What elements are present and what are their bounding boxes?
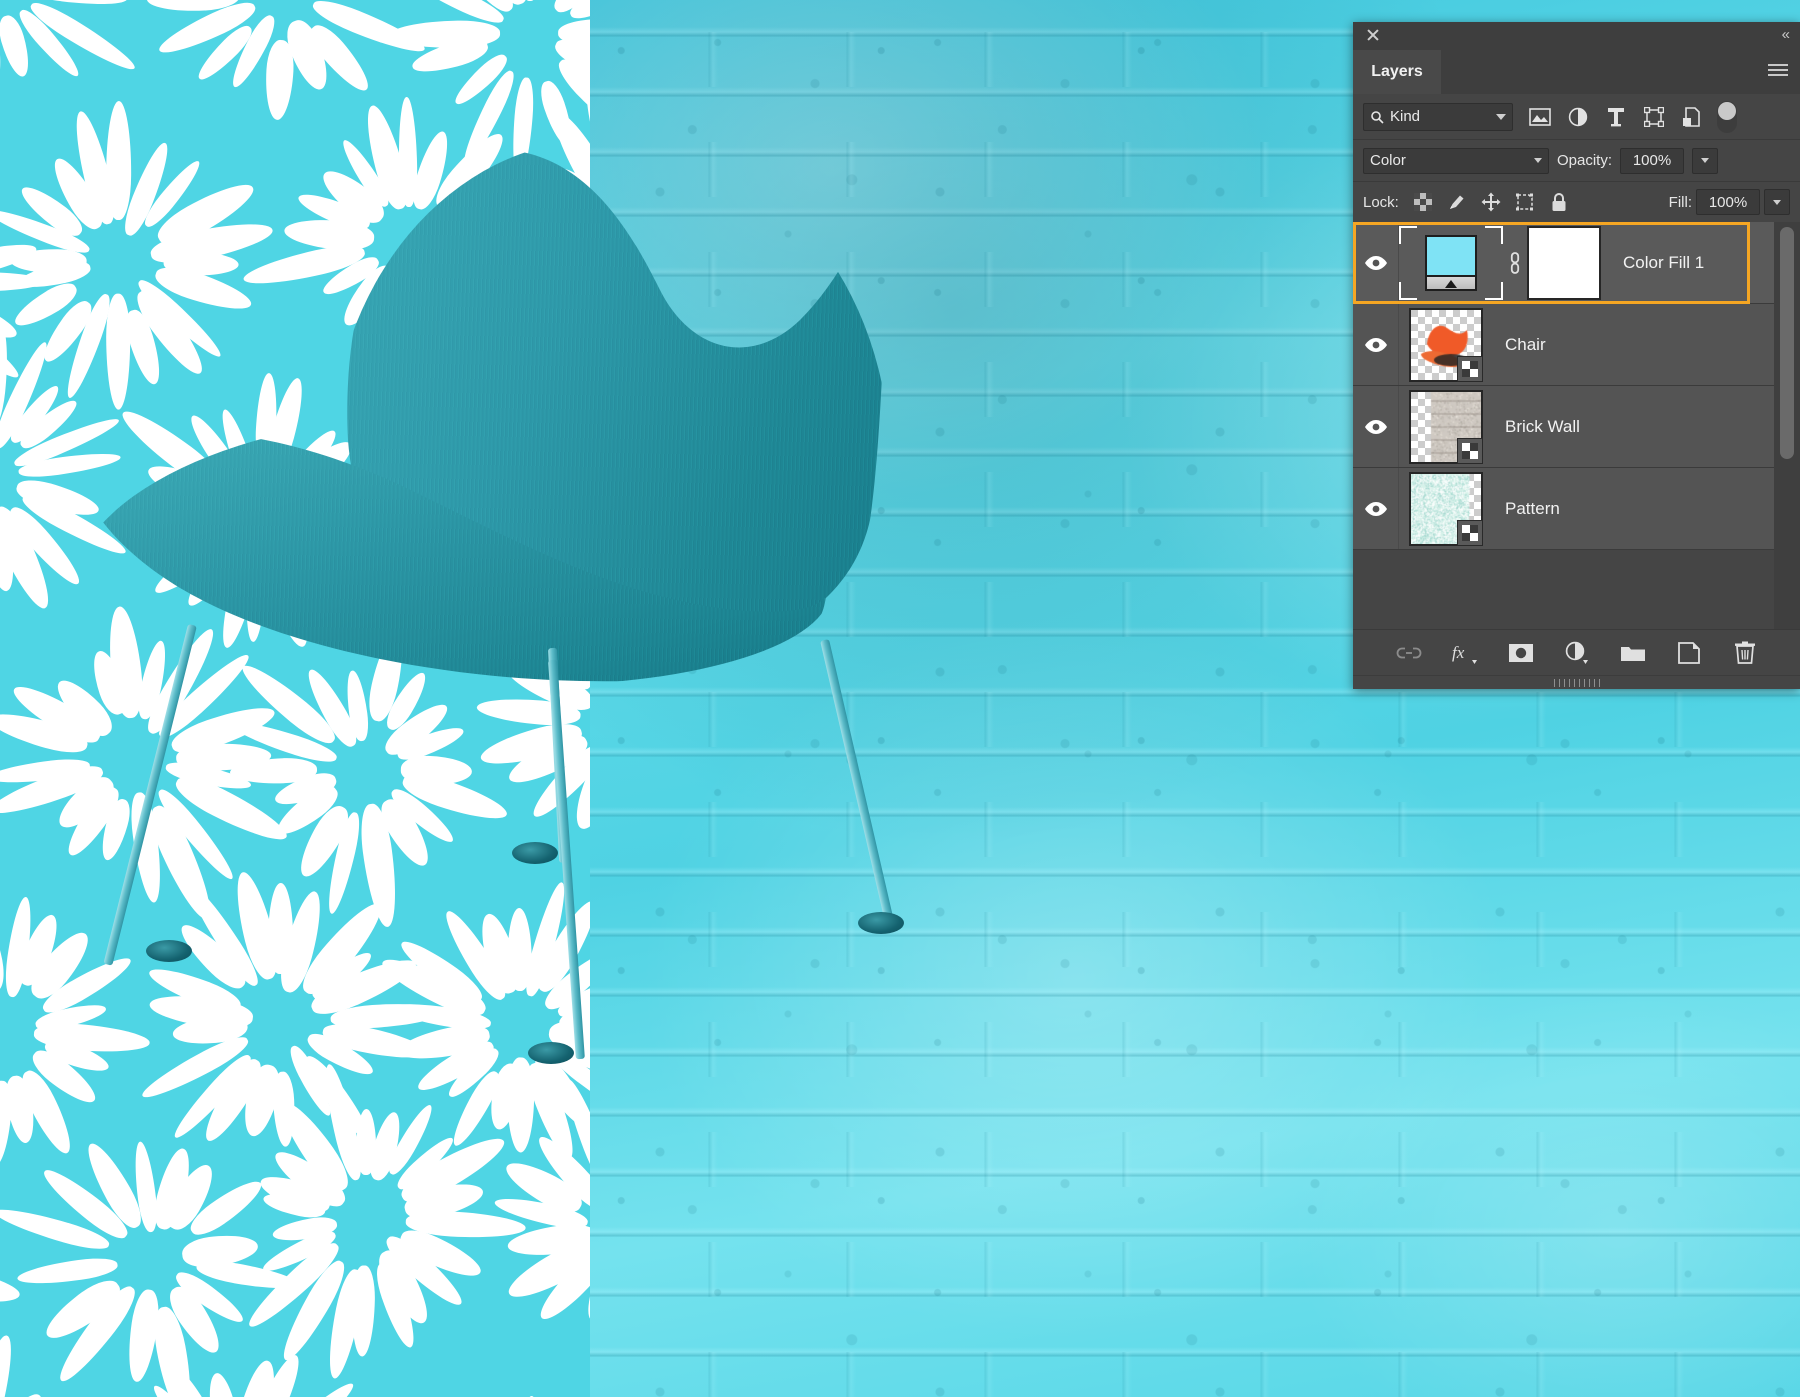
close-icon[interactable] <box>1365 27 1381 43</box>
blend-mode-row: Color Opacity: 100% <box>1353 140 1800 182</box>
filter-type-layers-icon[interactable] <box>1597 102 1635 132</box>
lock-position-icon[interactable] <box>1477 189 1505 215</box>
new-layer-icon[interactable] <box>1674 638 1704 668</box>
lock-image-pixels-icon[interactable] <box>1443 189 1471 215</box>
blend-mode-select[interactable]: Color <box>1363 147 1549 174</box>
layer-visibility-toggle[interactable] <box>1353 222 1399 303</box>
layer-thumbnail[interactable] <box>1409 471 1483 546</box>
opacity-label: Opacity: <box>1557 152 1613 169</box>
lock-transparent-pixels-icon[interactable] <box>1409 189 1437 215</box>
eye-icon <box>1364 501 1387 516</box>
layer-style-fx-icon[interactable]: fx <box>1450 638 1480 668</box>
panel-resize-grip[interactable] <box>1353 675 1800 689</box>
fill-value: 100% <box>1708 193 1748 211</box>
chair-foot <box>528 1042 574 1064</box>
tab-layers[interactable]: Layers <box>1353 50 1441 94</box>
opacity-value: 100% <box>1632 152 1672 169</box>
link-layers-icon[interactable] <box>1394 638 1424 668</box>
delete-layer-icon[interactable] <box>1730 638 1760 668</box>
chevron-down-icon[interactable] <box>1534 158 1542 163</box>
new-adjustment-layer-icon[interactable] <box>1562 638 1592 668</box>
chair-leg <box>103 623 197 966</box>
layer-visibility-toggle[interactable] <box>1353 304 1399 385</box>
layer-thumbnail[interactable] <box>1409 307 1483 382</box>
tab-layers-label: Layers <box>1371 63 1423 80</box>
layer-filter-row: Kind <box>1353 94 1800 140</box>
filter-kind-select[interactable]: Kind <box>1363 102 1513 131</box>
search-icon <box>1370 110 1384 124</box>
color-fill-thumbnail[interactable] <box>1399 225 1503 300</box>
lock-row: Lock: Fill: 100% <box>1353 182 1800 222</box>
panel-menu-icon[interactable] <box>1768 64 1788 79</box>
fill-label: Fill: <box>1668 193 1692 211</box>
fill-input[interactable]: 100% <box>1696 189 1760 215</box>
layer-mask-thumbnail[interactable] <box>1527 225 1601 300</box>
canvas-chair-layer <box>0 0 1210 1397</box>
fill-stepper[interactable] <box>1764 189 1790 215</box>
layers-panel-footer: fx <box>1353 629 1800 675</box>
lock-label: Lock: <box>1363 193 1399 211</box>
layer-list-scrollbar[interactable] <box>1780 227 1794 459</box>
layer-row-brick-wall[interactable]: Brick Wall <box>1353 386 1800 468</box>
opacity-input[interactable]: 100% <box>1620 147 1685 174</box>
chevron-down-icon <box>1773 199 1781 205</box>
filter-type-icons <box>1521 102 1711 132</box>
svg-text:fx: fx <box>1452 643 1465 662</box>
eye-icon <box>1364 337 1387 352</box>
layer-name: Pattern <box>1505 498 1560 518</box>
layer-name: Chair <box>1505 334 1546 354</box>
filter-smart-objects-icon[interactable] <box>1673 102 1711 132</box>
smart-object-badge <box>1457 355 1483 382</box>
filter-enable-toggle[interactable] <box>1717 100 1737 133</box>
photoshop-screenshot: « Layers Kind Color Opacity: 100% Lock: … <box>0 0 1800 1397</box>
panel-titlebar: « <box>1353 22 1800 50</box>
filter-kind-label: Kind <box>1390 108 1421 125</box>
layer-list[interactable]: Color Fill 1 Chair Brick Wall Pattern <box>1353 222 1800 629</box>
layer-row-pattern[interactable]: Pattern <box>1353 468 1800 550</box>
filter-shape-layers-icon[interactable] <box>1635 102 1673 132</box>
chevron-down-icon <box>1701 158 1710 163</box>
smart-object-badge <box>1457 437 1483 464</box>
chair-foot <box>512 842 558 864</box>
chevron-down-icon[interactable] <box>1496 113 1506 120</box>
chair-foot <box>146 940 192 962</box>
lock-icons <box>1409 189 1573 215</box>
add-layer-mask-icon[interactable] <box>1506 638 1536 668</box>
layer-row-chair[interactable]: Chair <box>1353 304 1800 386</box>
lock-all-icon[interactable] <box>1545 189 1573 215</box>
smart-object-badge <box>1457 519 1483 546</box>
layer-name: Color Fill 1 <box>1623 252 1705 272</box>
blend-mode-value: Color <box>1370 152 1406 169</box>
layer-row-color-fill-1[interactable]: Color Fill 1 <box>1353 222 1800 304</box>
layer-name: Brick Wall <box>1505 416 1580 436</box>
layer-visibility-toggle[interactable] <box>1353 386 1399 467</box>
grip-icon <box>1553 679 1600 687</box>
chair-foot <box>858 912 904 934</box>
layer-visibility-toggle[interactable] <box>1353 468 1399 549</box>
eye-icon <box>1364 255 1387 270</box>
chair-leg <box>820 638 895 924</box>
opacity-stepper[interactable] <box>1692 147 1719 174</box>
lock-artboard-nesting-icon[interactable] <box>1511 189 1539 215</box>
layer-thumbnail[interactable] <box>1409 389 1483 464</box>
layers-panel[interactable]: « Layers Kind Color Opacity: 100% Lock: … <box>1353 22 1800 689</box>
filter-adjustment-layers-icon[interactable] <box>1559 102 1597 132</box>
eye-icon <box>1364 419 1387 434</box>
collapse-panel-icon[interactable]: « <box>1782 26 1790 43</box>
panel-tab-row: Layers <box>1353 50 1800 94</box>
layer-mask-link-icon[interactable] <box>1503 250 1527 276</box>
layer-list-scroll-track[interactable] <box>1774 222 1800 629</box>
new-group-icon[interactable] <box>1618 638 1648 668</box>
filter-pixel-layers-icon[interactable] <box>1521 102 1559 132</box>
